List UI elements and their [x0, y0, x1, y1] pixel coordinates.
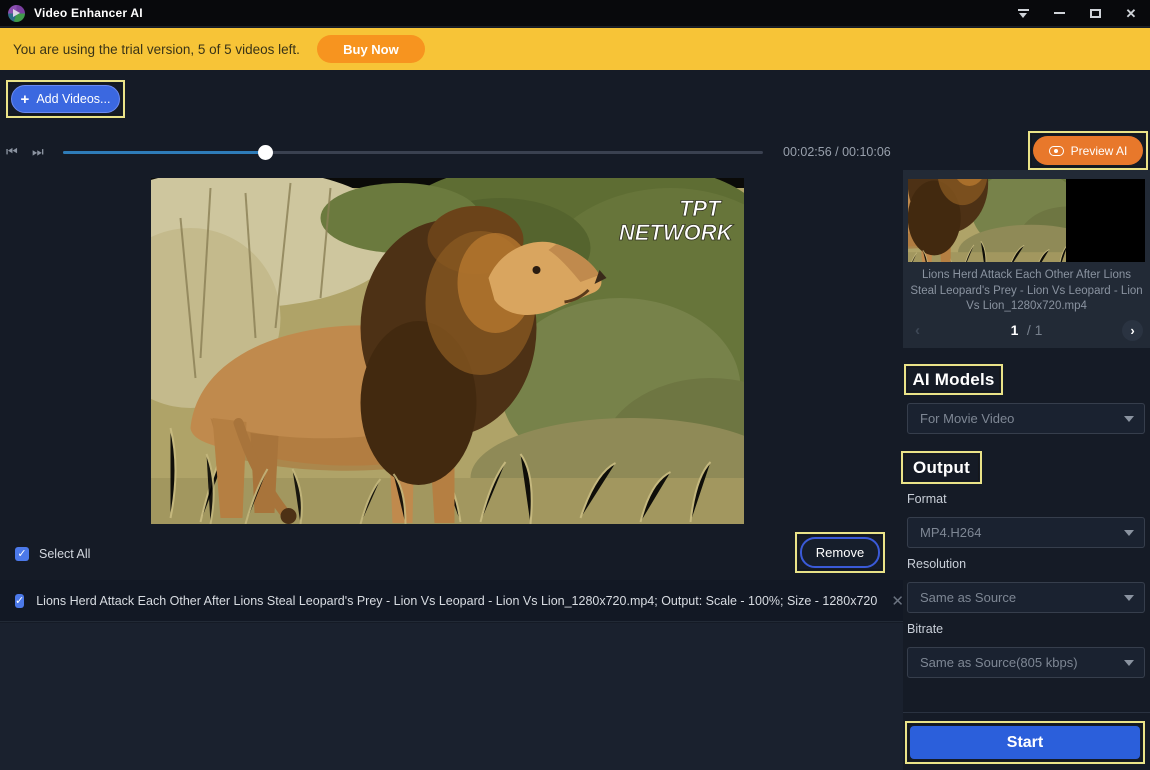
buy-now-button[interactable]: Buy Now [317, 35, 425, 63]
format-label: Format [907, 492, 947, 506]
maximize-button[interactable] [1088, 6, 1102, 20]
next-frame-button[interactable]: ⏭ [32, 144, 44, 160]
preview-ai-button[interactable]: Preview AI [1033, 136, 1143, 165]
window-controls: ✕ [1016, 6, 1150, 20]
thumbnail-image [908, 179, 1145, 262]
page-total: / 1 [1027, 322, 1043, 338]
menu-button[interactable] [1016, 6, 1030, 20]
ai-model-value: For Movie Video [920, 411, 1124, 426]
title-bar: Video Enhancer AI ✕ [0, 0, 1150, 27]
format-dropdown[interactable]: MP4.H264 [907, 517, 1145, 548]
watermark-line2: NETWORK [619, 220, 735, 245]
select-all-row: ✓ Select All [15, 547, 90, 561]
seek-slider-fill [63, 151, 266, 154]
output-heading: Output [913, 458, 970, 478]
select-all-label: Select All [39, 547, 90, 561]
page-current: 1 [1011, 322, 1019, 338]
window-title: Video Enhancer AI [34, 6, 143, 20]
chevron-down-icon [1124, 416, 1134, 422]
select-all-checkbox[interactable]: ✓ [15, 547, 29, 561]
chevron-down-icon [1124, 595, 1134, 601]
ai-model-dropdown[interactable]: For Movie Video [907, 403, 1145, 434]
add-videos-annotation: + Add Videos... [6, 80, 125, 118]
previous-frame-button[interactable]: ⏮ [6, 144, 18, 160]
file-list-empty-area [0, 623, 903, 770]
video-thumbnail[interactable] [908, 179, 1145, 262]
chevron-down-icon [1124, 660, 1134, 666]
eye-icon [1049, 146, 1064, 156]
chevron-down-icon [1124, 530, 1134, 536]
resolution-dropdown[interactable]: Same as Source [907, 582, 1145, 613]
trial-banner-text: You are using the trial version, 5 of 5 … [13, 42, 300, 57]
app-logo-icon [8, 5, 25, 22]
watermark-line1: TPT [679, 196, 722, 221]
ai-models-annotation: AI Models [904, 364, 1003, 395]
video-preview[interactable]: TPT NETWORK [151, 178, 744, 524]
file-item-close-icon[interactable]: ✕ [891, 592, 904, 610]
close-icon: ✕ [1126, 7, 1137, 20]
close-button[interactable]: ✕ [1124, 6, 1138, 20]
file-list-item[interactable]: ✓ Lions Herd Attack Each Other After Lio… [15, 592, 890, 610]
add-videos-button[interactable]: + Add Videos... [11, 85, 120, 113]
page-next-button[interactable]: › [1122, 320, 1143, 341]
start-annotation: Start [905, 721, 1145, 764]
bitrate-label: Bitrate [907, 622, 943, 636]
minimize-icon [1054, 12, 1065, 14]
player-controls: ⏮ ⏭ 00:02:56 / 00:10:06 [0, 138, 903, 168]
bitrate-dropdown[interactable]: Same as Source(805 kbps) [907, 647, 1145, 678]
preview-ai-label: Preview AI [1071, 144, 1128, 158]
maximize-icon [1090, 9, 1101, 18]
seek-slider[interactable] [63, 151, 763, 154]
pagination: ‹ 1 / 1 › [903, 320, 1150, 344]
file-item-checkbox[interactable]: ✓ [15, 594, 24, 608]
sidebar-divider [903, 712, 1150, 713]
resolution-label: Resolution [907, 557, 966, 571]
file-item-text: Lions Herd Attack Each Other After Lions… [36, 594, 877, 608]
add-videos-label: Add Videos... [36, 92, 110, 106]
remove-annotation: Remove [795, 532, 885, 573]
app-window: Video Enhancer AI ✕ You are using the tr… [0, 0, 1150, 770]
ai-models-heading: AI Models [912, 370, 994, 390]
trial-banner: You are using the trial version, 5 of 5 … [0, 28, 1150, 70]
video-frame-image: TPT NETWORK [151, 178, 744, 524]
video-title: Lions Herd Attack Each Other After Lions… [909, 268, 1144, 315]
plus-icon: + [21, 92, 30, 107]
resolution-value: Same as Source [920, 590, 1124, 605]
seek-slider-thumb[interactable] [258, 145, 273, 160]
page-indicator: 1 / 1 [903, 322, 1150, 340]
menu-icon [1018, 8, 1029, 18]
format-value: MP4.H264 [920, 525, 1124, 540]
start-button[interactable]: Start [910, 726, 1140, 759]
time-display: 00:02:56 / 00:10:06 [783, 145, 891, 159]
current-video-card: Lions Herd Attack Each Other After Lions… [903, 170, 1150, 348]
remove-button[interactable]: Remove [800, 537, 880, 568]
output-annotation: Output [901, 451, 982, 484]
bitrate-value: Same as Source(805 kbps) [920, 655, 1124, 670]
preview-ai-annotation: Preview AI [1028, 131, 1148, 170]
minimize-button[interactable] [1052, 6, 1066, 20]
